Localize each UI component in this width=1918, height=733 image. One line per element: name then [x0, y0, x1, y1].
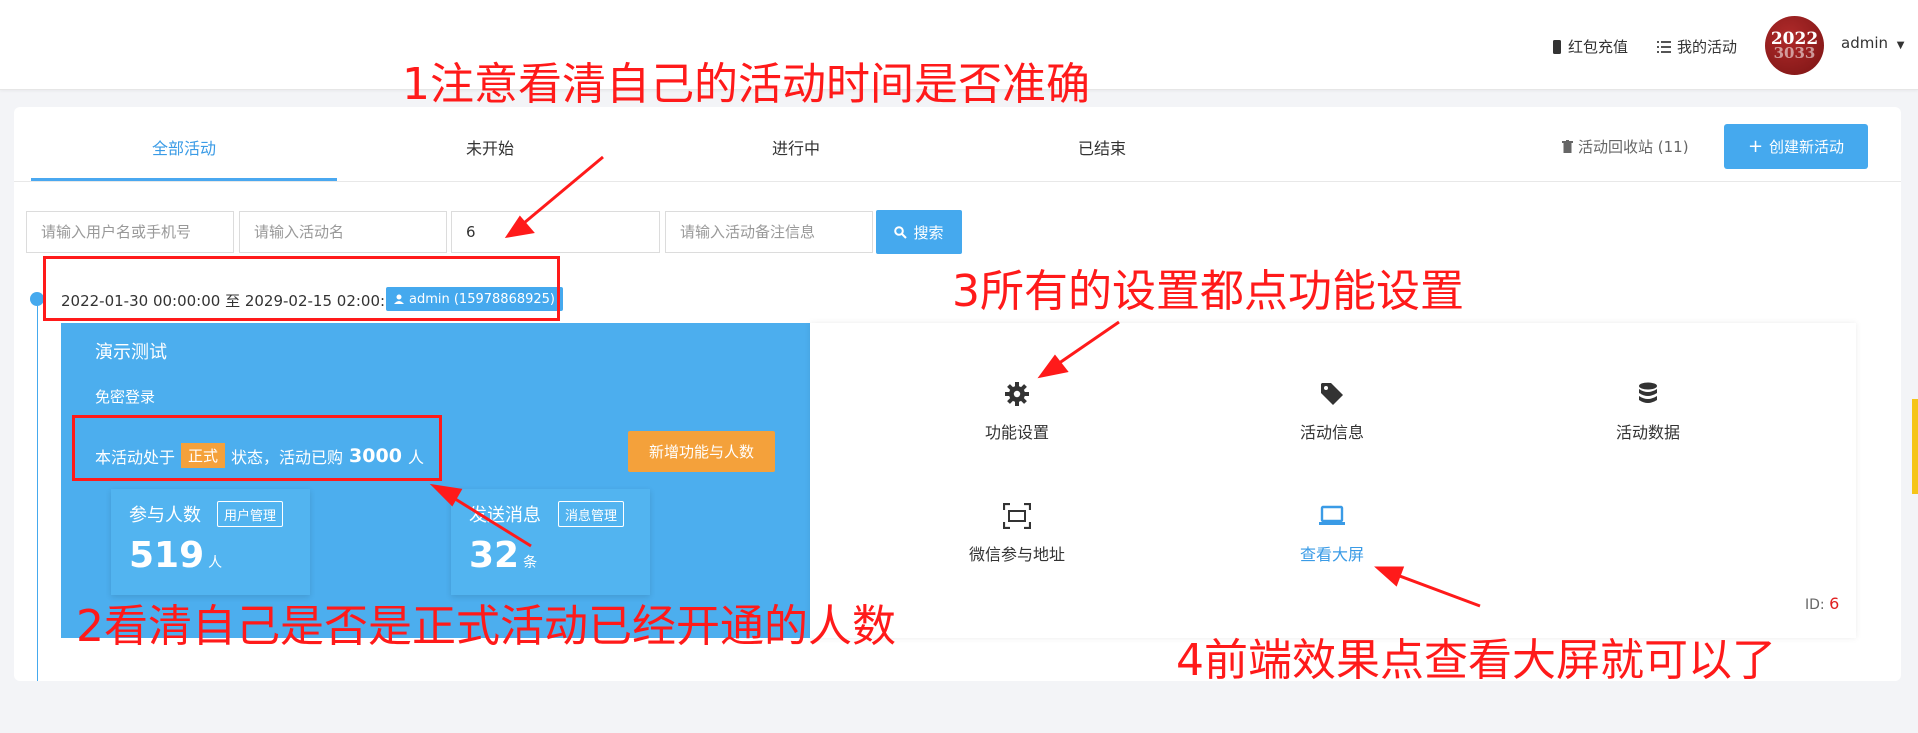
arrow-head-screen — [1374, 566, 1405, 587]
arrow-to-status — [443, 490, 532, 548]
arrow-head-status — [429, 483, 463, 507]
arrow-to-big-screen — [1388, 570, 1481, 608]
arrow-to-id-input — [517, 155, 604, 230]
arrow-to-function-settings — [1051, 320, 1120, 370]
annotation-arrows — [429, 155, 1481, 608]
